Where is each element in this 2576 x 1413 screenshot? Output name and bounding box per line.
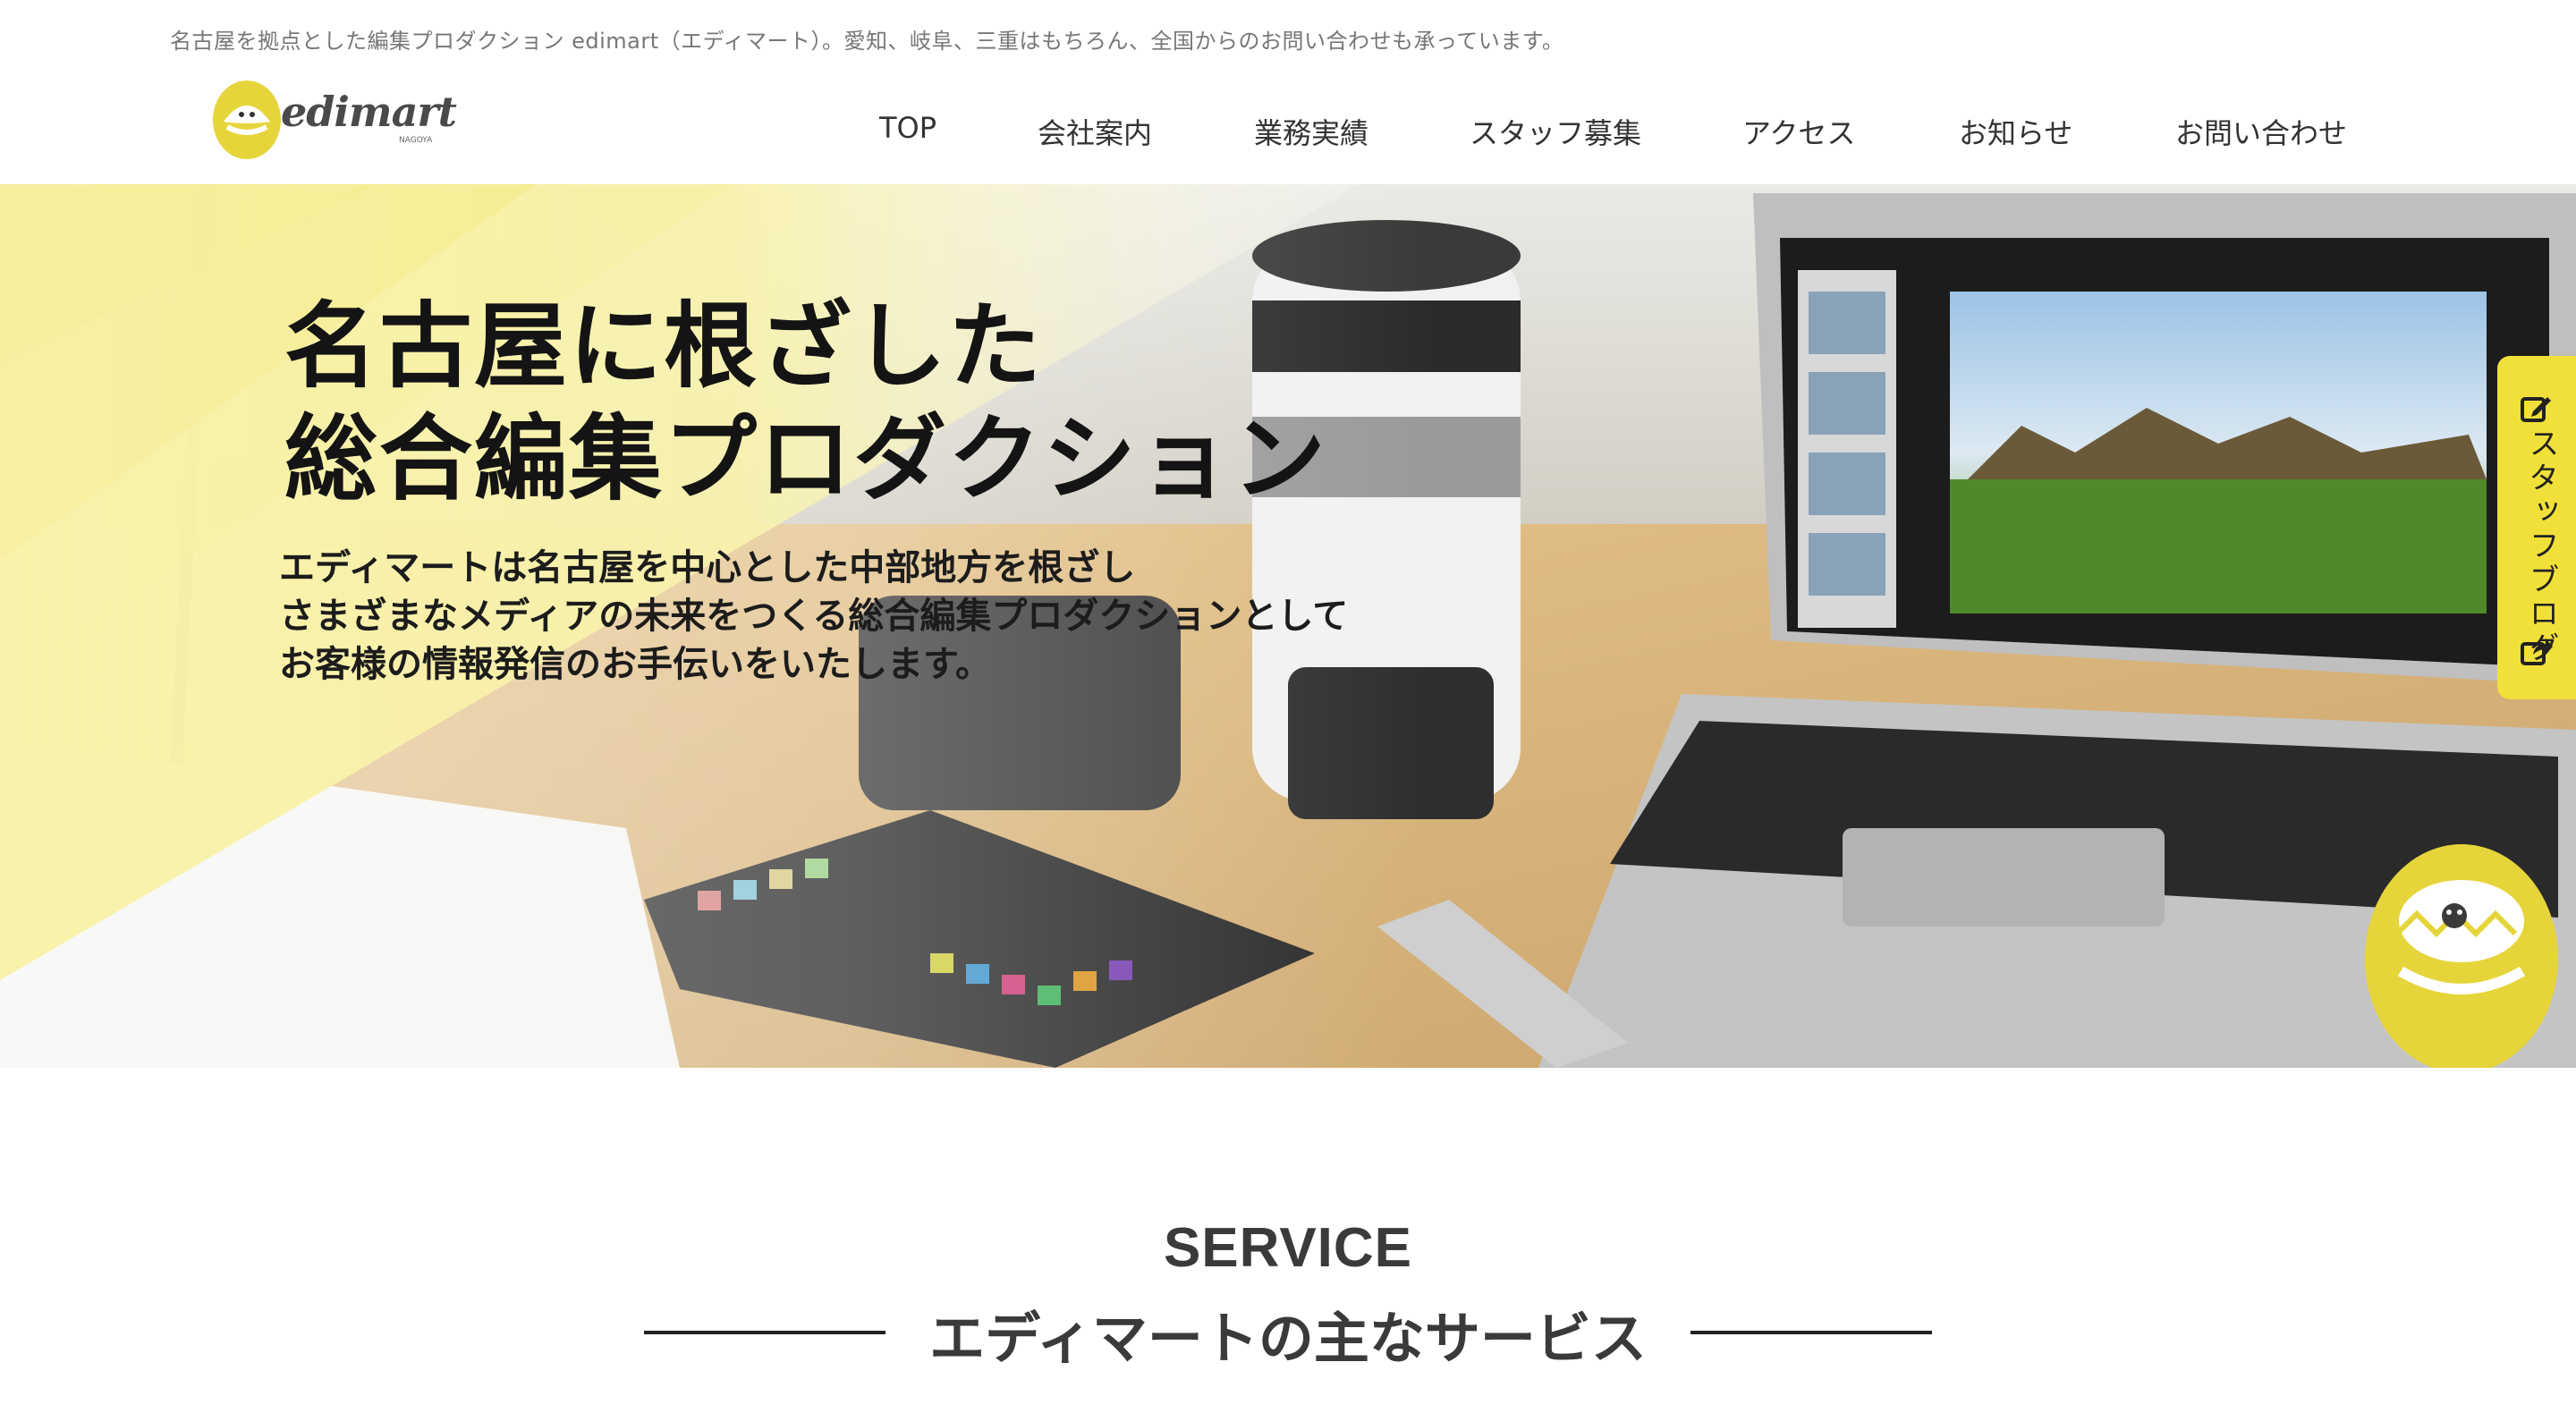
service-heading-jp: エディマートの主なサービス [929, 1306, 1647, 1371]
service-heading-en: SERVICE [1163, 1217, 1413, 1279]
heading-rule-right [1690, 1331, 1932, 1334]
header-tagline: 名古屋を拠点とした編集プロダクション edimart（エディマート）。愛知、岐阜… [170, 29, 1564, 54]
external-link-icon [2521, 639, 2553, 665]
hero-desc-line: お客様の情報発信のお手伝いをいたします。 [279, 644, 991, 685]
hero-title-line: 名古屋に根ざした [284, 292, 1044, 401]
hero-title-line: 総合編集プロダクション [284, 404, 1328, 513]
nav-contact[interactable]: お問い合わせ [2175, 111, 2347, 152]
nav-access[interactable]: アクセス [1742, 111, 1855, 152]
hero-description: エディマートは名古屋を中心とした中部地方を根ざし さまざまなメディアの未来をつく… [279, 544, 1348, 689]
nav-recruit[interactable]: スタッフ募集 [1470, 111, 1641, 152]
hero-desc-line: エディマートは名古屋を中心とした中部地方を根ざし [279, 547, 1136, 588]
staff-blog-label: スタッフブログ [2523, 427, 2559, 665]
hero-banner: 名古屋に根ざした 総合編集プロダクション エディマートは名古屋を中心とした中部地… [0, 184, 2576, 1068]
nav-company[interactable]: 会社案内 [1038, 111, 1152, 152]
main-nav: TOP 会社案内 業務実績 スタッフ募集 アクセス お知らせ お問い合わせ [0, 111, 2576, 154]
nav-top[interactable]: TOP [879, 111, 936, 145]
nav-works[interactable]: 業務実績 [1254, 111, 1368, 152]
nav-news[interactable]: お知らせ [1959, 111, 2072, 152]
hero-desc-line: さまざまなメディアの未来をつくる総合編集プロダクションとして [279, 596, 1349, 637]
staff-blog-tab[interactable]: スタッフブログ [2497, 356, 2576, 699]
hero-title: 名古屋に根ざした 総合編集プロダクション [284, 290, 1327, 515]
edit-icon [2521, 397, 2551, 422]
